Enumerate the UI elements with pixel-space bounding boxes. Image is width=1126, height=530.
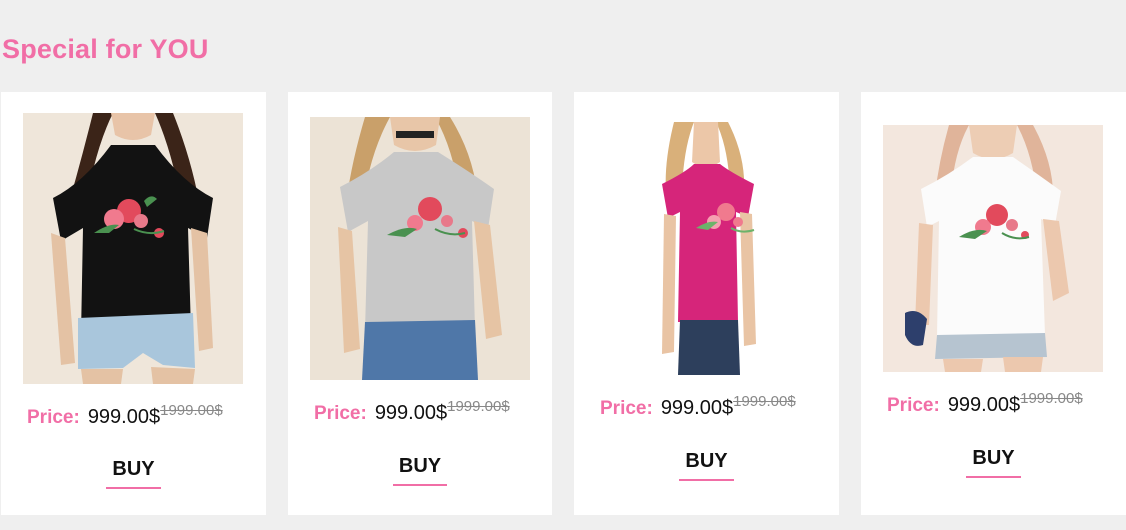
section-title: Special for YOU xyxy=(2,34,209,64)
buy-button-label[interactable]: BUY xyxy=(966,447,1021,478)
price-label: Price: xyxy=(887,395,940,416)
buy-button[interactable]: BUY xyxy=(861,447,1126,478)
buy-button-label[interactable]: BUY xyxy=(392,455,448,486)
old-price: 1999.00$ xyxy=(447,398,510,415)
buy-button[interactable]: BUY xyxy=(288,455,552,486)
price-label: Price: xyxy=(314,403,367,424)
product-image[interactable] xyxy=(23,113,243,384)
old-price: 1999.00$ xyxy=(733,393,796,410)
old-price: 1999.00$ xyxy=(160,402,223,419)
tshirt-model-photo xyxy=(23,113,243,384)
tshirt-model-photo xyxy=(883,125,1103,372)
buy-button-label[interactable]: BUY xyxy=(679,450,734,481)
buy-button[interactable]: BUY xyxy=(1,458,266,489)
product-image[interactable] xyxy=(310,117,530,380)
product-image[interactable] xyxy=(883,125,1103,372)
product-card: Price: 999.00$1999.00$ BUY xyxy=(288,92,552,515)
price-row: Price: 999.00$1999.00$ xyxy=(314,398,510,425)
current-price: 999.00$ xyxy=(947,394,1021,416)
price-row: Price: 999.00$1999.00$ xyxy=(27,402,223,429)
old-price: 1999.00$ xyxy=(1020,390,1083,407)
tshirt-model-photo xyxy=(310,117,530,380)
price-row: Price: 999.00$1999.00$ xyxy=(600,393,796,420)
buy-button[interactable]: BUY xyxy=(574,450,839,481)
product-card: Price: 999.00$1999.00$ BUY xyxy=(1,92,266,515)
tshirt-model-photo xyxy=(596,122,816,375)
current-price: 999.00$ xyxy=(374,402,448,424)
product-card: Price: 999.00$1999.00$ BUY xyxy=(861,92,1126,515)
current-price: 999.00$ xyxy=(87,406,161,428)
current-price: 999.00$ xyxy=(660,397,734,419)
price-row: Price: 999.00$1999.00$ xyxy=(887,390,1083,417)
price-label: Price: xyxy=(27,407,80,428)
buy-button-label[interactable]: BUY xyxy=(106,458,161,489)
product-card: Price: 999.00$1999.00$ BUY xyxy=(574,92,839,515)
product-image[interactable] xyxy=(596,122,816,375)
price-label: Price: xyxy=(600,398,653,419)
